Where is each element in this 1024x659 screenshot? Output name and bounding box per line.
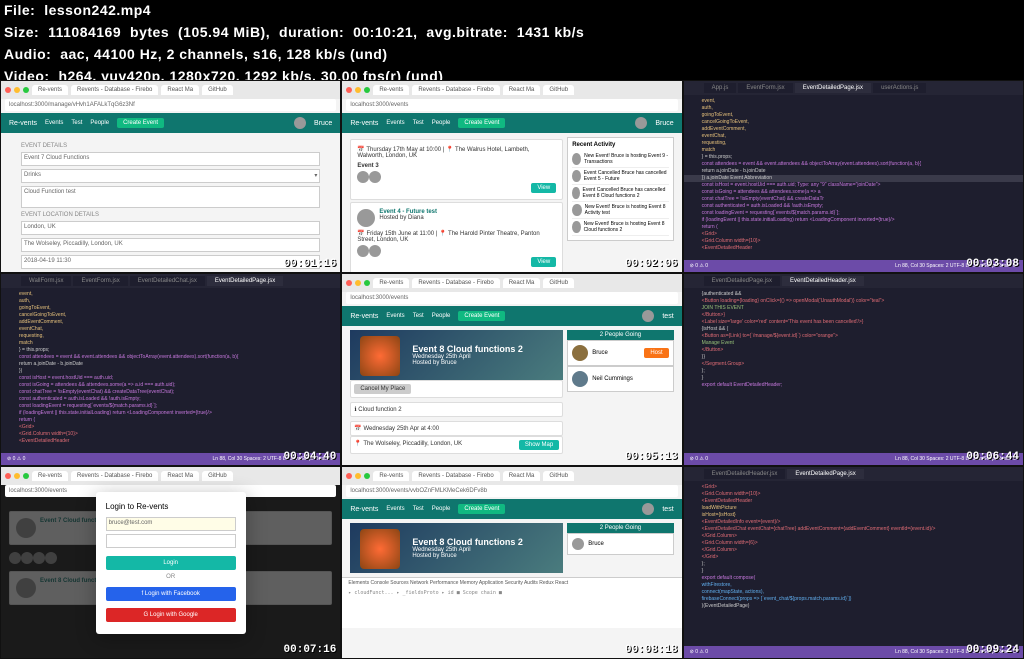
nav-events[interactable]: Events [45, 120, 63, 126]
attendees-header: 2 People Going [567, 330, 673, 340]
modal-title: Login to Re-vents [106, 502, 236, 511]
show-map-button[interactable]: Show Map [519, 440, 559, 450]
nav-test[interactable]: Test [71, 120, 82, 126]
date-input[interactable]: 2018-04-19 11:30 [21, 255, 320, 269]
pin-icon: 📍 [446, 147, 453, 153]
venue-input[interactable]: The Wolseley, Piccadilly, London, UK [21, 238, 320, 252]
cancel-place-button[interactable]: Cancel My Place [354, 384, 411, 394]
section-header: EVENT DETAILS [21, 143, 320, 149]
editor-tabs: App.jsEventForm.jsxEventDetailedPage.jsx… [684, 81, 1023, 95]
main-nav: Re-vents Events Test People Create Event Bruc… [1, 113, 340, 133]
event-hero: Event 8 Cloud functions 2 Wednesday 25th… [350, 523, 563, 573]
recent-activity-panel: Recent Activity New Event! Bruce is host… [567, 137, 673, 241]
code-editor[interactable]: event, auth, goingToEvent, cancelGoingTo… [684, 95, 1023, 252]
calendar-icon: 📅 [354, 426, 361, 432]
facebook-login-button[interactable]: f Login with Facebook [106, 587, 236, 601]
attendee-item: BruceHost [567, 340, 673, 366]
pin-icon: 📍 [439, 231, 446, 237]
brand[interactable]: Re-vents [9, 120, 37, 127]
devtools-tabs[interactable]: Elements Console Sources Network Perform… [342, 577, 681, 588]
facebook-icon: f [141, 591, 143, 597]
google-icon: G [143, 612, 148, 618]
browser-chrome: Re-ventsRevents - Database - FireboReact… [1, 81, 340, 99]
create-event-button[interactable]: Create Event [458, 311, 505, 321]
create-event-button[interactable]: Create Event [458, 118, 505, 128]
login-modal: Login to Re-vents bruce@test.com Login O… [96, 492, 246, 634]
login-button[interactable]: Login [106, 556, 236, 570]
info-icon: ℹ [354, 407, 356, 413]
code-editor[interactable]: <Grid> <Grid.Column width={10}> <EventDe… [684, 481, 1023, 610]
category-select[interactable]: Drinks▾ [21, 169, 320, 183]
create-event-button[interactable]: Create Event [458, 504, 505, 514]
devtools-panel[interactable]: ▸ cloudFunct... ▸ _fieldsProto ▸ id ■ Sc… [342, 588, 681, 628]
event-list-item: Event 4 - Future testHosted by Diana 📅 F… [350, 202, 563, 273]
event-hero: Event 8 Cloud functions 2 Wednesday 25th… [350, 330, 563, 380]
pin-icon: 📍 [354, 441, 361, 447]
host-badge: Host [644, 348, 668, 358]
view-button[interactable]: View [531, 257, 556, 267]
chevron-down-icon: ▾ [314, 172, 317, 180]
video-thumbnail-grid: Re-ventsRevents - Database - FireboReact… [0, 80, 1024, 659]
url-bar[interactable]: localhost:3000/manage/vHvh1AFALkTqG6z3Nf [5, 99, 336, 111]
section-header: EVENT LOCATION DETAILS [21, 212, 320, 218]
view-button[interactable]: View [531, 183, 556, 193]
city-input[interactable]: London, UK [21, 221, 320, 235]
nav-people[interactable]: People [90, 120, 109, 126]
password-input[interactable] [106, 534, 236, 548]
attendee-item: Neil Cummings [567, 366, 673, 392]
event-title-input[interactable]: Event 7 Cloud Functions [21, 152, 320, 166]
create-event-button[interactable]: Create Event [117, 118, 164, 128]
code-editor[interactable]: {authenticated && <Button loading={loadi… [684, 288, 1023, 389]
event-list-item: 📅 Thursday 17th May at 10:00 | 📍 The Wal… [350, 139, 563, 200]
description-input[interactable]: Cloud Function test [21, 186, 320, 208]
google-login-button[interactable]: G Login with Google [106, 608, 236, 622]
code-editor[interactable]: event, auth, goingToEvent, cancelGoingTo… [1, 288, 340, 445]
email-input[interactable]: bruce@test.com [106, 517, 236, 531]
user-menu[interactable]: Bruce [314, 120, 332, 127]
timestamp: 00:01:16 [284, 258, 337, 270]
